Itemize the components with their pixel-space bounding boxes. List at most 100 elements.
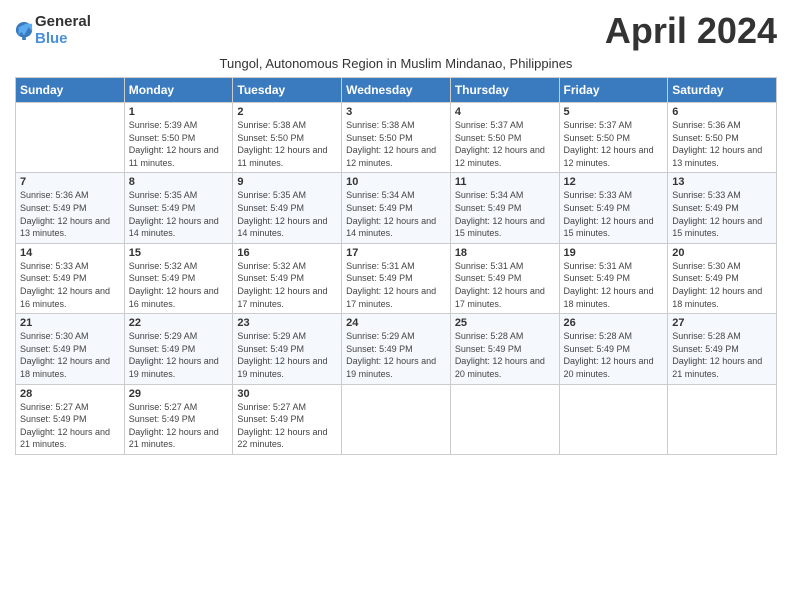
- day-info: Sunrise: 5:32 AMSunset: 5:49 PMDaylight:…: [129, 260, 229, 310]
- calendar-cell: 20Sunrise: 5:30 AMSunset: 5:49 PMDayligh…: [668, 243, 777, 313]
- page-header: General Blue April 2024: [15, 10, 777, 52]
- calendar-cell: 17Sunrise: 5:31 AMSunset: 5:49 PMDayligh…: [342, 243, 451, 313]
- calendar-header-row: SundayMondayTuesdayWednesdayThursdayFrid…: [16, 78, 777, 103]
- calendar-cell: 28Sunrise: 5:27 AMSunset: 5:49 PMDayligh…: [16, 384, 125, 454]
- logo: General Blue: [15, 14, 91, 47]
- calendar-cell: 29Sunrise: 5:27 AMSunset: 5:49 PMDayligh…: [124, 384, 233, 454]
- day-number: 6: [672, 106, 772, 118]
- day-number: 2: [237, 106, 337, 118]
- day-info: Sunrise: 5:27 AMSunset: 5:49 PMDaylight:…: [237, 401, 337, 451]
- calendar-cell: 24Sunrise: 5:29 AMSunset: 5:49 PMDayligh…: [342, 314, 451, 384]
- day-info: Sunrise: 5:29 AMSunset: 5:49 PMDaylight:…: [129, 330, 229, 380]
- day-number: 20: [672, 247, 772, 259]
- day-info: Sunrise: 5:33 AMSunset: 5:49 PMDaylight:…: [672, 189, 772, 239]
- col-header-tuesday: Tuesday: [233, 78, 342, 103]
- calendar-cell: [450, 384, 559, 454]
- logo-general: General: [35, 14, 91, 31]
- calendar-cell: 12Sunrise: 5:33 AMSunset: 5:49 PMDayligh…: [559, 173, 668, 243]
- week-row-5: 28 Sunrise: 5:27 AMSunset: 5:49 PMDayligh…: [16, 384, 777, 454]
- day-info: Sunrise: 5:38 AMSunset: 5:50 PMDaylight:…: [237, 119, 337, 169]
- day-number: 11: [455, 176, 555, 188]
- calendar-cell: 11Sunrise: 5:34 AMSunset: 5:49 PMDayligh…: [450, 173, 559, 243]
- calendar-cell: [668, 384, 777, 454]
- calendar-cell: 9Sunrise: 5:35 AMSunset: 5:49 PMDaylight…: [233, 173, 342, 243]
- day-info: Sunrise: 5:39 AMSunset: 5:50 PMDaylight:…: [129, 119, 229, 169]
- subtitle: Tungol, Autonomous Region in Muslim Mind…: [15, 56, 777, 71]
- day-number: 22: [129, 317, 229, 329]
- day-number: 29: [129, 388, 229, 400]
- logo-text: General Blue: [35, 14, 91, 47]
- calendar-cell: 3Sunrise: 5:38 AMSunset: 5:50 PMDaylight…: [342, 103, 451, 173]
- day-info: Sunrise: 5:37 AMSunset: 5:50 PMDaylight:…: [455, 119, 555, 169]
- day-number: 27: [672, 317, 772, 329]
- day-info: Sunrise: 5:27 AMSunset: 5:49 PMDaylight:…: [129, 401, 229, 451]
- logo-icon: [15, 20, 33, 42]
- day-info: Sunrise: 5:30 AMSunset: 5:49 PMDaylight:…: [20, 330, 120, 380]
- day-number: 18: [455, 247, 555, 259]
- day-number: 25: [455, 317, 555, 329]
- calendar-cell: 2Sunrise: 5:38 AMSunset: 5:50 PMDaylight…: [233, 103, 342, 173]
- day-info: Sunrise: 5:33 AMSunset: 5:49 PMDaylight:…: [564, 189, 664, 239]
- calendar-cell: 7Sunrise: 5:36 AMSunset: 5:49 PMDaylight…: [16, 173, 125, 243]
- day-info: Sunrise: 5:28 AMSunset: 5:49 PMDaylight:…: [672, 330, 772, 380]
- day-info: Sunrise: 5:29 AMSunset: 5:49 PMDaylight:…: [237, 330, 337, 380]
- day-number: 5: [564, 106, 664, 118]
- day-info: Sunrise: 5:34 AMSunset: 5:49 PMDaylight:…: [346, 189, 446, 239]
- day-info: Sunrise: 5:38 AMSunset: 5:50 PMDaylight:…: [346, 119, 446, 169]
- day-number: 7: [20, 176, 120, 188]
- col-header-friday: Friday: [559, 78, 668, 103]
- logo-blue-text: Blue: [35, 31, 91, 48]
- calendar-cell: 4Sunrise: 5:37 AMSunset: 5:50 PMDaylight…: [450, 103, 559, 173]
- calendar-cell: 19Sunrise: 5:31 AMSunset: 5:49 PMDayligh…: [559, 243, 668, 313]
- week-row-1: 1Sunrise: 5:39 AMSunset: 5:50 PMDaylight…: [16, 103, 777, 173]
- day-number: 17: [346, 247, 446, 259]
- week-row-2: 7Sunrise: 5:36 AMSunset: 5:49 PMDaylight…: [16, 173, 777, 243]
- day-info: Sunrise: 5:33 AMSunset: 5:49 PMDaylight:…: [20, 260, 120, 310]
- day-number: 1: [129, 106, 229, 118]
- calendar-cell: 25Sunrise: 5:28 AMSunset: 5:49 PMDayligh…: [450, 314, 559, 384]
- calendar-cell: 14Sunrise: 5:33 AMSunset: 5:49 PMDayligh…: [16, 243, 125, 313]
- day-number: 10: [346, 176, 446, 188]
- calendar-cell: 23Sunrise: 5:29 AMSunset: 5:49 PMDayligh…: [233, 314, 342, 384]
- calendar-cell: 27Sunrise: 5:28 AMSunset: 5:49 PMDayligh…: [668, 314, 777, 384]
- day-number: 14: [20, 247, 120, 259]
- calendar-cell: 21Sunrise: 5:30 AMSunset: 5:49 PMDayligh…: [16, 314, 125, 384]
- calendar-cell: 18Sunrise: 5:31 AMSunset: 5:49 PMDayligh…: [450, 243, 559, 313]
- day-info: Sunrise: 5:31 AMSunset: 5:49 PMDaylight:…: [564, 260, 664, 310]
- day-info: Sunrise: 5:37 AMSunset: 5:50 PMDaylight:…: [564, 119, 664, 169]
- calendar-cell: 8Sunrise: 5:35 AMSunset: 5:49 PMDaylight…: [124, 173, 233, 243]
- month-title: April 2024: [605, 10, 777, 52]
- day-info: Sunrise: 5:36 AMSunset: 5:49 PMDaylight:…: [20, 189, 120, 239]
- day-number: 19: [564, 247, 664, 259]
- calendar-cell: [16, 103, 125, 173]
- calendar-cell: 30Sunrise: 5:27 AMSunset: 5:49 PMDayligh…: [233, 384, 342, 454]
- day-number: 23: [237, 317, 337, 329]
- day-number: 9: [237, 176, 337, 188]
- day-number: 3: [346, 106, 446, 118]
- calendar-cell: 6Sunrise: 5:36 AMSunset: 5:50 PMDaylight…: [668, 103, 777, 173]
- col-header-saturday: Saturday: [668, 78, 777, 103]
- day-info: Sunrise: 5:28 AMSunset: 5:49 PMDaylight:…: [564, 330, 664, 380]
- col-header-sunday: Sunday: [16, 78, 125, 103]
- calendar-cell: 16Sunrise: 5:32 AMSunset: 5:49 PMDayligh…: [233, 243, 342, 313]
- calendar-cell: 22Sunrise: 5:29 AMSunset: 5:49 PMDayligh…: [124, 314, 233, 384]
- day-number: 26: [564, 317, 664, 329]
- day-info: Sunrise: 5:31 AMSunset: 5:49 PMDaylight:…: [346, 260, 446, 310]
- day-number: 15: [129, 247, 229, 259]
- day-info: Sunrise: 5:35 AMSunset: 5:49 PMDaylight:…: [129, 189, 229, 239]
- day-info: Sunrise: 5:31 AMSunset: 5:49 PMDaylight:…: [455, 260, 555, 310]
- calendar-cell: 15Sunrise: 5:32 AMSunset: 5:49 PMDayligh…: [124, 243, 233, 313]
- day-number: 21: [20, 317, 120, 329]
- day-info: Sunrise: 5:36 AMSunset: 5:50 PMDaylight:…: [672, 119, 772, 169]
- day-info: Sunrise: 5:32 AMSunset: 5:49 PMDaylight:…: [237, 260, 337, 310]
- col-header-wednesday: Wednesday: [342, 78, 451, 103]
- day-number: 13: [672, 176, 772, 188]
- day-info: Sunrise: 5:35 AMSunset: 5:49 PMDaylight:…: [237, 189, 337, 239]
- col-header-monday: Monday: [124, 78, 233, 103]
- col-header-thursday: Thursday: [450, 78, 559, 103]
- day-number: 12: [564, 176, 664, 188]
- day-info: Sunrise: 5:28 AMSunset: 5:49 PMDaylight:…: [455, 330, 555, 380]
- week-row-4: 21Sunrise: 5:30 AMSunset: 5:49 PMDayligh…: [16, 314, 777, 384]
- day-number: 28: [20, 388, 120, 400]
- calendar-cell: 1Sunrise: 5:39 AMSunset: 5:50 PMDaylight…: [124, 103, 233, 173]
